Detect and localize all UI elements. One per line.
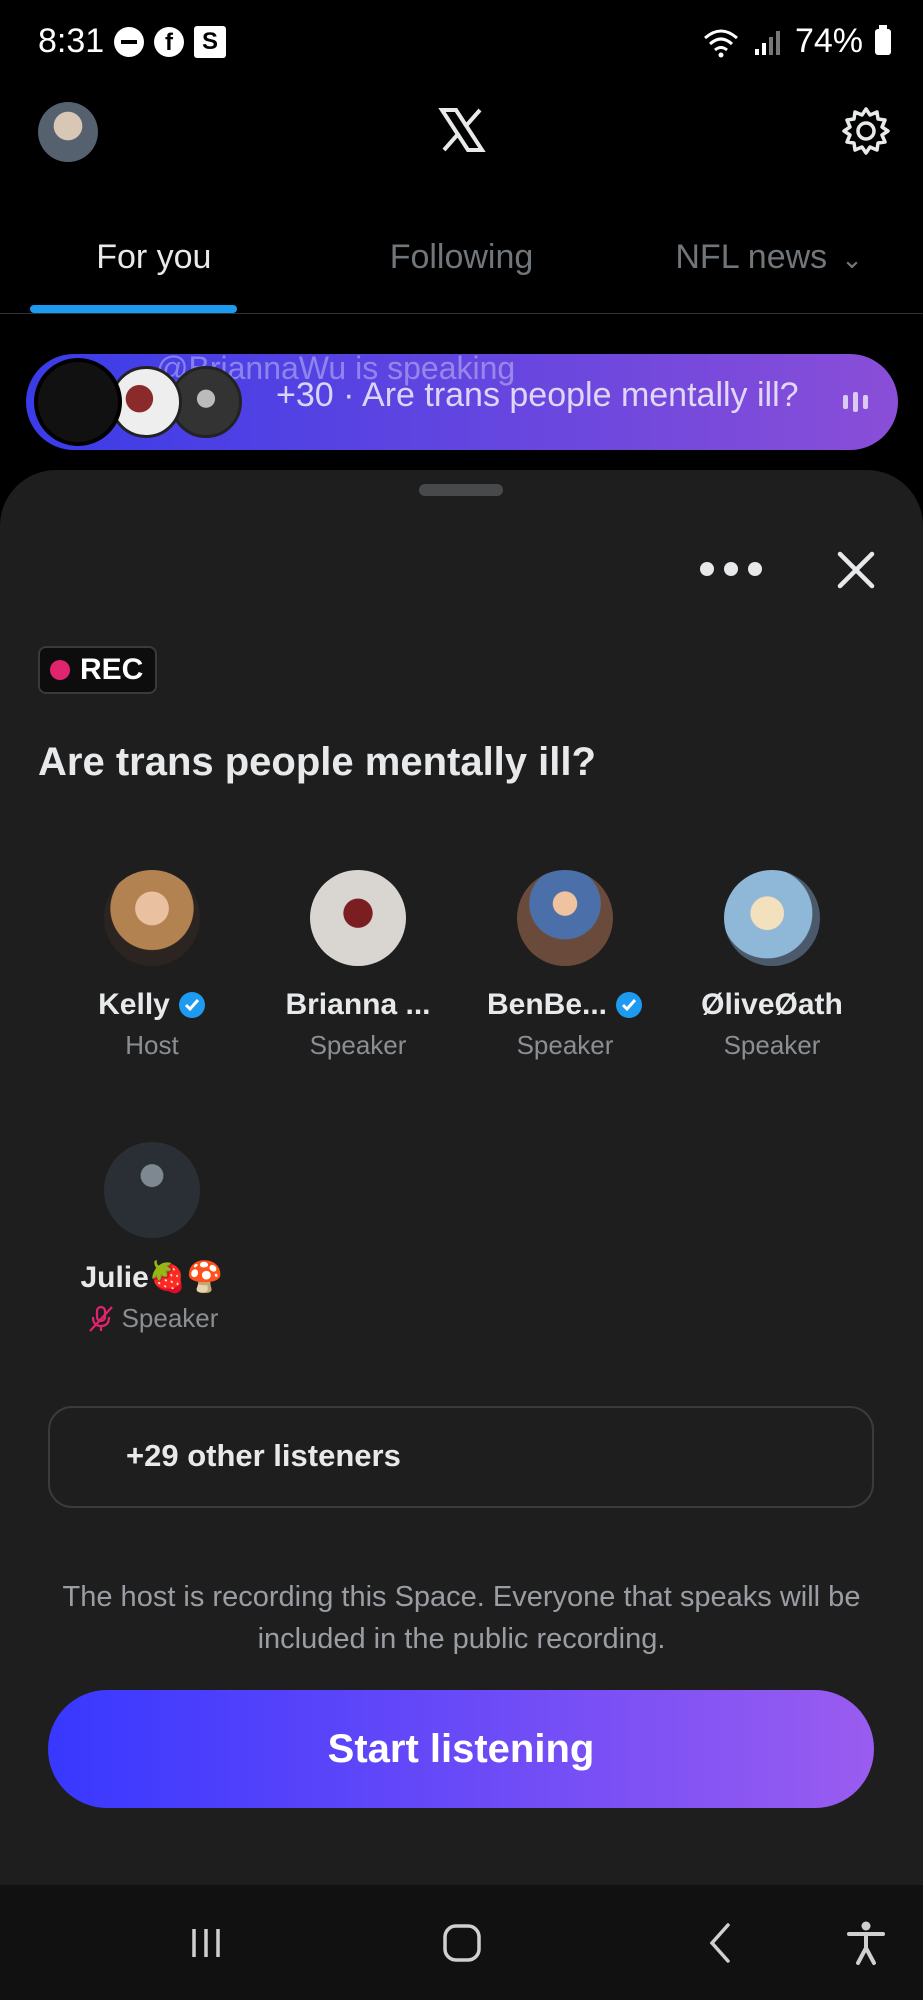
status-bar: 8:31 f S 74% bbox=[0, 0, 923, 88]
participant-benbe[interactable]: BenBe... Speaker bbox=[465, 870, 665, 1061]
participant-role: Host bbox=[125, 1030, 179, 1060]
top-header bbox=[0, 88, 923, 228]
verified-badge-icon bbox=[178, 992, 205, 1018]
tab-for-you[interactable]: For you bbox=[0, 228, 308, 313]
rec-badge: REC bbox=[38, 646, 158, 694]
chevron-down-icon: ⌄ bbox=[841, 244, 863, 274]
recording-notice: The host is recording this Space. Everyo… bbox=[62, 1581, 861, 1655]
rec-dot-icon bbox=[50, 660, 70, 680]
space-pill-text: +30 · Are trans people mentally ill? bbox=[276, 376, 799, 414]
space-pill[interactable]: @BriannaWu is speaking +30 · Are trans p… bbox=[26, 354, 898, 450]
dnd-icon bbox=[114, 27, 144, 57]
battery-icon bbox=[875, 24, 891, 55]
space-sheet: REC Are trans people mentally ill? Kelly… bbox=[0, 470, 923, 1885]
other-listeners-button[interactable]: +29 other listeners bbox=[48, 1406, 874, 1508]
participant-role: Speaker bbox=[516, 1030, 614, 1060]
participant-brianna[interactable]: Brianna ... Speaker bbox=[258, 870, 458, 1061]
participant-role: Speaker bbox=[309, 1030, 407, 1060]
s-app-icon: S bbox=[194, 26, 226, 58]
participant-kelly[interactable]: Kelly Host bbox=[52, 870, 252, 1061]
x-logo-icon[interactable] bbox=[436, 104, 488, 156]
space-pill-avatars bbox=[30, 358, 250, 446]
profile-avatar[interactable] bbox=[38, 102, 98, 162]
avatar bbox=[724, 870, 820, 966]
verified-badge-icon bbox=[616, 992, 643, 1018]
participant-name: Brianna ... bbox=[285, 988, 431, 1021]
status-time: 8:31 bbox=[38, 22, 105, 60]
active-tab-indicator bbox=[30, 305, 237, 313]
settings-gear-icon[interactable] bbox=[841, 106, 891, 156]
avatar bbox=[104, 1142, 200, 1238]
signal-icon bbox=[754, 30, 780, 55]
avatar bbox=[517, 870, 613, 966]
participant-name: Kelly bbox=[98, 988, 170, 1021]
recent-apps-icon[interactable] bbox=[180, 1917, 232, 1969]
tab-following[interactable]: Following bbox=[308, 228, 616, 313]
close-icon[interactable] bbox=[834, 548, 878, 592]
home-icon[interactable] bbox=[436, 1917, 488, 1969]
feed-tabs: For you Following NFL news ⌄ bbox=[0, 228, 923, 314]
participant-role: Speaker bbox=[723, 1030, 821, 1060]
facebook-icon: f bbox=[154, 27, 184, 57]
accessibility-icon[interactable] bbox=[840, 1917, 892, 1969]
participant-name: ØliveØath bbox=[701, 988, 843, 1021]
back-icon[interactable] bbox=[696, 1917, 748, 1969]
drag-handle[interactable] bbox=[419, 484, 503, 496]
audio-bars-icon bbox=[843, 392, 868, 412]
battery-percent: 74% bbox=[794, 22, 863, 60]
tab-nfl-news[interactable]: NFL news ⌄ bbox=[615, 228, 923, 313]
participant-name: BenBe... bbox=[486, 988, 608, 1021]
wifi-icon bbox=[703, 29, 738, 57]
more-options-icon[interactable] bbox=[700, 562, 762, 576]
participant-name: Julie🍓🍄 bbox=[80, 1261, 224, 1294]
system-nav-bar bbox=[0, 1885, 923, 2000]
space-title: Are trans people mentally ill? bbox=[38, 740, 596, 784]
participant-julie[interactable]: Julie🍓🍄 Speaker bbox=[52, 1142, 252, 1334]
mic-muted-icon bbox=[88, 1305, 113, 1332]
avatar bbox=[34, 358, 122, 446]
start-listening-button[interactable]: Start listening bbox=[48, 1690, 874, 1808]
participant-olive[interactable]: ØliveØath Speaker bbox=[672, 870, 872, 1061]
avatar bbox=[104, 870, 200, 966]
participant-role: Speaker bbox=[121, 1303, 219, 1333]
avatar bbox=[310, 870, 406, 966]
